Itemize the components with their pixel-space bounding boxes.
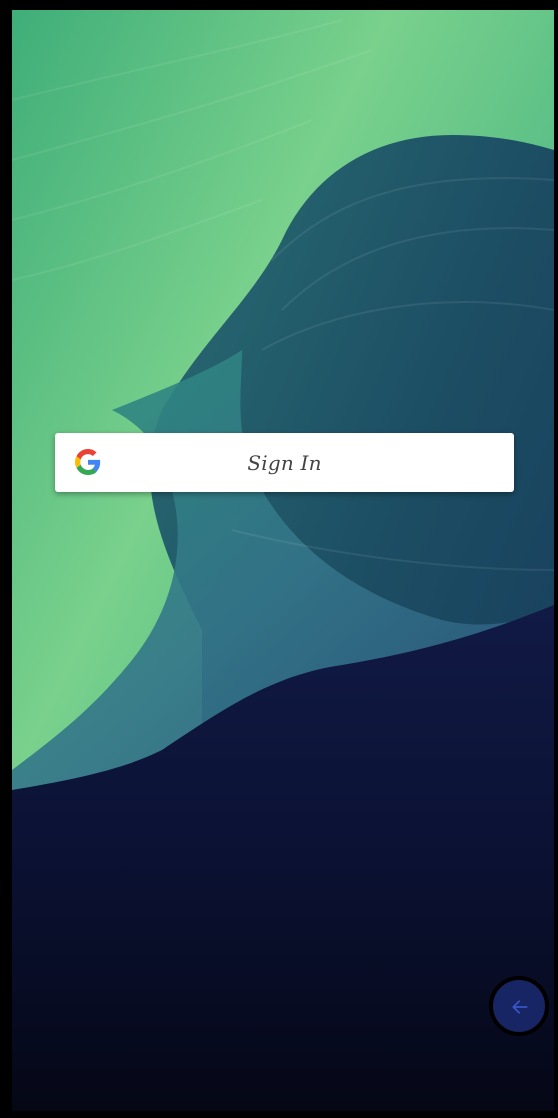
signin-label: Sign In bbox=[247, 451, 322, 475]
google-signin-button[interactable]: Sign In bbox=[55, 433, 514, 492]
device-frame: Sign In bbox=[0, 0, 558, 1118]
wallpaper-background bbox=[12, 10, 554, 1111]
arrow-left-icon bbox=[512, 1000, 528, 1014]
back-button[interactable] bbox=[489, 976, 549, 1036]
app-screen: Sign In bbox=[12, 10, 554, 1111]
